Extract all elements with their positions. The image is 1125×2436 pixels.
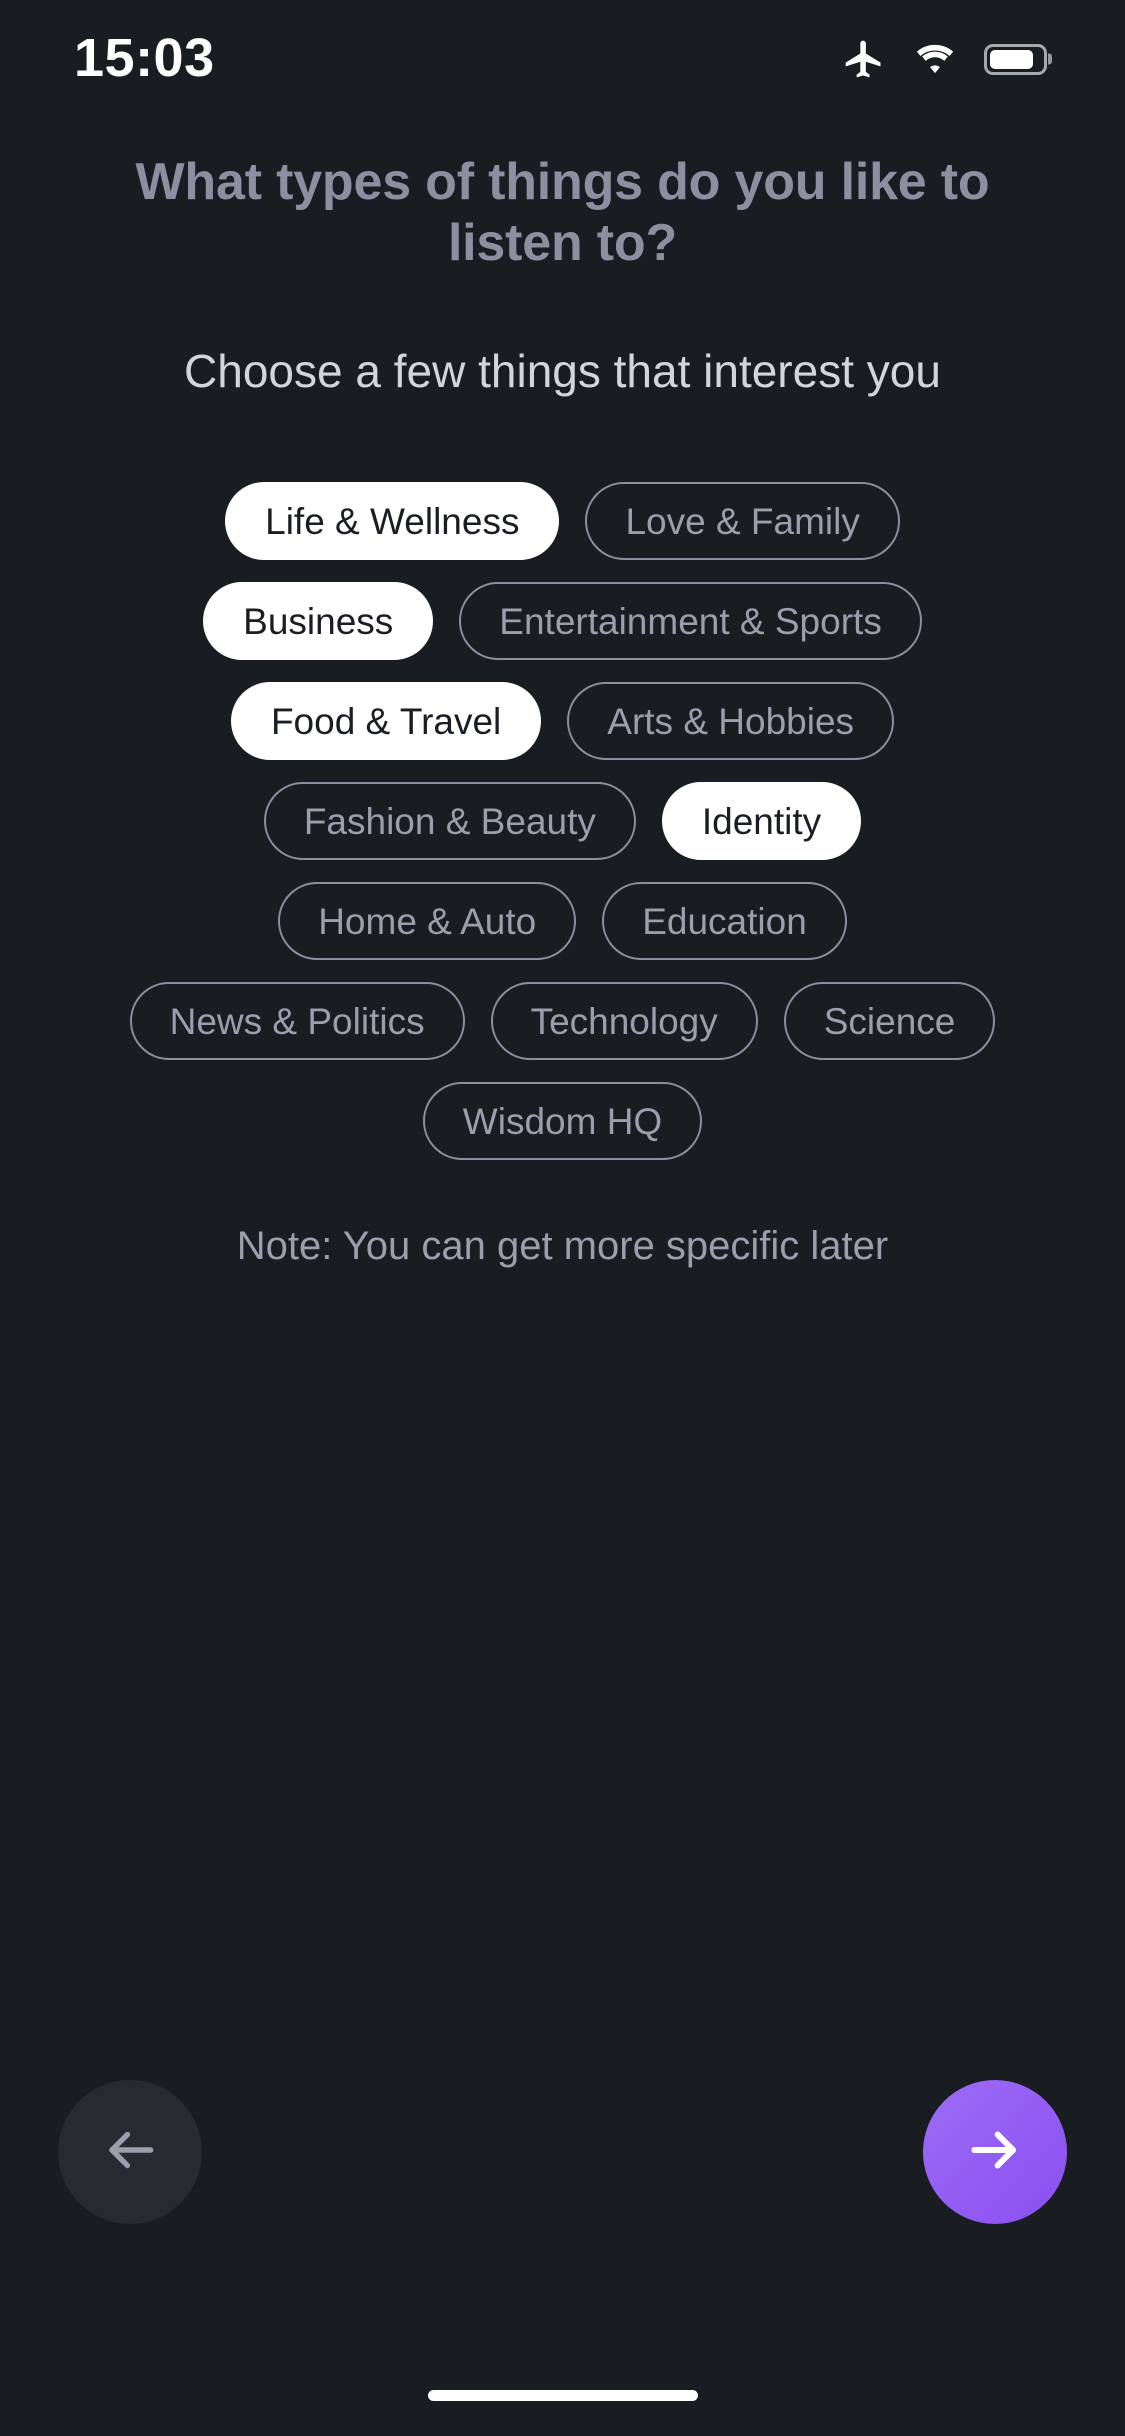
app-screen: 15:03 What types of things do you like t… bbox=[0, 0, 1125, 2436]
interest-chip-entertainment-sports[interactable]: Entertainment & Sports bbox=[459, 582, 922, 661]
interest-chip-science[interactable]: Science bbox=[783, 982, 996, 1061]
battery-level-fill bbox=[990, 49, 1033, 69]
interest-chip-news-politics[interactable]: News & Politics bbox=[129, 982, 465, 1061]
interest-chip-home-auto[interactable]: Home & Auto bbox=[278, 882, 577, 961]
interest-chip-group: Life & Wellness Love & Family Business E… bbox=[0, 482, 1125, 1161]
interest-chip-identity[interactable]: Identity bbox=[661, 782, 862, 861]
back-button[interactable] bbox=[58, 2080, 202, 2224]
interest-chip-fashion-beauty[interactable]: Fashion & Beauty bbox=[263, 782, 636, 861]
status-bar-icons bbox=[842, 27, 1047, 81]
interest-chip-business[interactable]: Business bbox=[203, 582, 434, 661]
next-button[interactable] bbox=[923, 2080, 1067, 2224]
home-indicator-area bbox=[0, 2376, 1125, 2436]
chip-row: Home & Auto Education bbox=[56, 882, 1069, 961]
wifi-icon bbox=[912, 42, 958, 76]
chip-row: Food & Travel Arts & Hobbies bbox=[56, 682, 1069, 761]
battery-icon bbox=[984, 43, 1047, 75]
chip-row: Life & Wellness Love & Family bbox=[56, 482, 1069, 561]
chip-row: Business Entertainment & Sports bbox=[56, 582, 1069, 661]
header-section: What types of things do you like to list… bbox=[0, 108, 1125, 400]
arrow-left-icon bbox=[99, 2119, 161, 2186]
home-indicator[interactable] bbox=[427, 2389, 698, 2401]
page-title: What types of things do you like to list… bbox=[135, 153, 990, 273]
status-bar-time: 15:03 bbox=[74, 28, 215, 88]
airplane-mode-icon bbox=[842, 37, 886, 81]
status-bar: 15:03 bbox=[0, 0, 1125, 108]
interest-chip-food-travel[interactable]: Food & Travel bbox=[230, 682, 542, 761]
chip-row: News & Politics Technology Science bbox=[56, 982, 1069, 1061]
chip-row: Wisdom HQ bbox=[56, 1082, 1069, 1161]
interest-chip-wisdom-hq[interactable]: Wisdom HQ bbox=[422, 1082, 703, 1161]
interest-chip-arts-hobbies[interactable]: Arts & Hobbies bbox=[567, 682, 895, 761]
interest-chip-technology[interactable]: Technology bbox=[490, 982, 758, 1061]
page-subtitle: Choose a few things that interest you bbox=[184, 344, 941, 397]
interest-chip-love-family[interactable]: Love & Family bbox=[585, 482, 900, 561]
note-text: Note: You can get more specific later bbox=[236, 1224, 889, 1269]
interest-chip-education[interactable]: Education bbox=[602, 882, 847, 961]
bottom-navigation bbox=[0, 2080, 1125, 2224]
chip-row: Fashion & Beauty Identity bbox=[56, 782, 1069, 861]
arrow-right-icon bbox=[964, 2119, 1026, 2186]
interest-chip-life-wellness[interactable]: Life & Wellness bbox=[225, 482, 560, 561]
flex-spacer bbox=[0, 1270, 1125, 2080]
